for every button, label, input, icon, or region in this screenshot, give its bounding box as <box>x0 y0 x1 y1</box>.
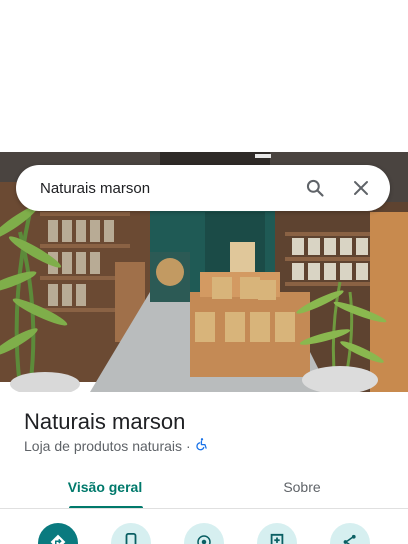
share-icon <box>341 533 359 544</box>
separator: · <box>186 437 191 454</box>
location-button[interactable] <box>184 523 224 544</box>
tab-bar: Visão geral Sobre <box>0 466 408 509</box>
search-bar[interactable]: Naturais marson <box>16 165 390 211</box>
save-button[interactable] <box>257 523 297 544</box>
close-icon[interactable] <box>346 173 376 203</box>
blank-area <box>0 0 408 152</box>
wheelchair-icon <box>195 437 209 454</box>
search-icon[interactable] <box>300 173 330 203</box>
share-button[interactable] <box>330 523 370 544</box>
phone-icon <box>124 533 138 544</box>
place-subtitle: Loja de produtos naturais · <box>24 437 209 454</box>
action-buttons <box>0 520 408 544</box>
tab-about[interactable]: Sobre <box>200 466 404 508</box>
search-input[interactable]: Naturais marson <box>40 180 284 197</box>
place-title: Naturais marson <box>24 409 186 434</box>
save-icon <box>269 533 285 544</box>
directions-icon <box>49 533 67 544</box>
directions-button[interactable] <box>38 523 78 544</box>
call-button[interactable] <box>111 523 151 544</box>
place-category: Loja de produtos naturais <box>24 437 182 454</box>
tab-overview[interactable]: Visão geral <box>0 466 210 508</box>
divider <box>0 508 408 509</box>
location-icon <box>195 533 213 544</box>
